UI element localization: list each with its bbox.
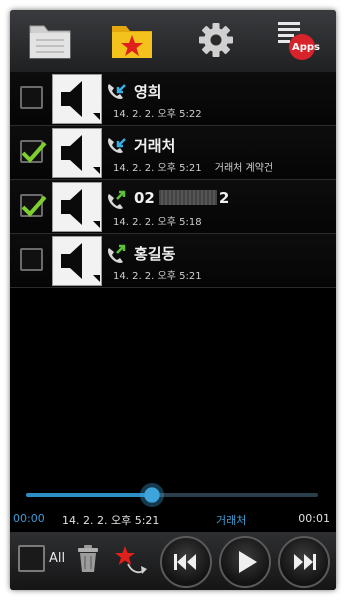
recording-list: 영희 14. 2. 2. 오후 5:22 거래처 14. 2. 2. 오후 5:…	[10, 72, 336, 288]
contact-name: 홍길동	[134, 245, 176, 263]
total-duration: 00:01	[298, 512, 330, 525]
apps-menu-button[interactable]: Apps	[272, 18, 322, 62]
folder-icon	[29, 25, 71, 59]
speaker-thumbnail	[52, 128, 102, 178]
settings-button[interactable]	[193, 18, 239, 62]
row-checkbox[interactable]	[20, 140, 47, 163]
gear-icon	[199, 23, 233, 57]
next-button[interactable]	[278, 536, 330, 588]
recording-date: 14. 2. 2. 오후 5:21	[113, 163, 202, 174]
speaker-thumbnail	[52, 182, 102, 232]
checkmark-icon	[21, 141, 47, 163]
current-time: 00:00	[13, 512, 45, 525]
incoming-call-icon	[105, 135, 127, 157]
incoming-call-icon	[105, 81, 127, 103]
recording-date: 14. 2. 2. 오후 5:21	[113, 271, 202, 282]
contact-name: 영희	[134, 83, 162, 101]
previous-button[interactable]	[160, 536, 212, 588]
playing-date: 14. 2. 2. 오후 5:21	[62, 514, 160, 527]
recording-meta: 14. 2. 2. 오후 5:18	[113, 213, 202, 228]
phone-suffix: 2	[218, 189, 230, 207]
playing-name: 거래처	[216, 514, 247, 527]
apps-badge-label: Apps	[292, 42, 321, 53]
bottom-controls: All	[10, 532, 336, 590]
speaker-icon	[61, 135, 100, 174]
skip-previous-icon	[174, 554, 196, 570]
seekbar-thumb[interactable]	[139, 483, 164, 507]
row-checkbox[interactable]	[20, 194, 47, 217]
move-to-favorites-button[interactable]	[114, 542, 150, 580]
top-toolbar: Apps	[10, 10, 336, 72]
select-all-checkbox[interactable]	[18, 545, 45, 572]
play-button[interactable]	[219, 536, 271, 588]
speaker-icon	[61, 243, 100, 282]
playback-info: 00:00 14. 2. 2. 오후 5:21 거래처 00:01	[10, 512, 336, 528]
speaker-thumbnail	[52, 236, 102, 286]
list-item[interactable]: 홍길동 14. 2. 2. 오후 5:21	[10, 234, 336, 288]
play-icon	[239, 551, 257, 573]
recording-memo: 거래처 계약건	[214, 163, 274, 174]
recording-meta: 14. 2. 2. 오후 5:22	[113, 105, 202, 120]
checkmark-icon	[21, 195, 47, 217]
recording-date: 14. 2. 2. 오후 5:18	[113, 217, 202, 228]
contact-name: 02 2	[134, 189, 229, 207]
star-arrow-icon	[115, 546, 147, 574]
select-all-label: All	[49, 551, 66, 566]
apps-menu-icon	[278, 22, 315, 60]
seekbar-fill	[26, 493, 152, 497]
skip-next-icon	[294, 554, 316, 570]
speaker-icon	[61, 81, 100, 120]
list-item[interactable]: 영희 14. 2. 2. 오후 5:22	[10, 72, 336, 126]
row-checkbox[interactable]	[20, 248, 43, 271]
star-folder-icon	[112, 26, 152, 58]
recording-meta: 14. 2. 2. 오후 5:21	[113, 267, 202, 282]
trash-icon	[78, 545, 98, 572]
app-window: Apps 영희 14. 2. 2. 오후 5:22 거래처 14. 2. 2. …	[10, 10, 336, 590]
masked-number	[158, 190, 217, 205]
outgoing-call-icon	[105, 189, 127, 211]
list-item[interactable]: 거래처 14. 2. 2. 오후 5:21 거래처 계약건	[10, 126, 336, 180]
contact-name: 거래처	[134, 137, 176, 155]
speaker-icon	[61, 189, 100, 228]
folder-button[interactable]	[27, 18, 73, 62]
recording-meta: 14. 2. 2. 오후 5:21 거래처 계약건	[113, 159, 273, 174]
favorites-folder-button[interactable]	[109, 18, 155, 62]
list-item[interactable]: 02 2 14. 2. 2. 오후 5:18	[10, 180, 336, 234]
row-checkbox[interactable]	[20, 86, 43, 109]
outgoing-call-icon	[105, 243, 127, 265]
phone-prefix: 02	[134, 189, 155, 207]
delete-button[interactable]	[76, 544, 100, 574]
speaker-thumbnail	[52, 74, 102, 124]
playback-seekbar[interactable]	[26, 483, 318, 507]
recording-date: 14. 2. 2. 오후 5:22	[113, 109, 202, 120]
